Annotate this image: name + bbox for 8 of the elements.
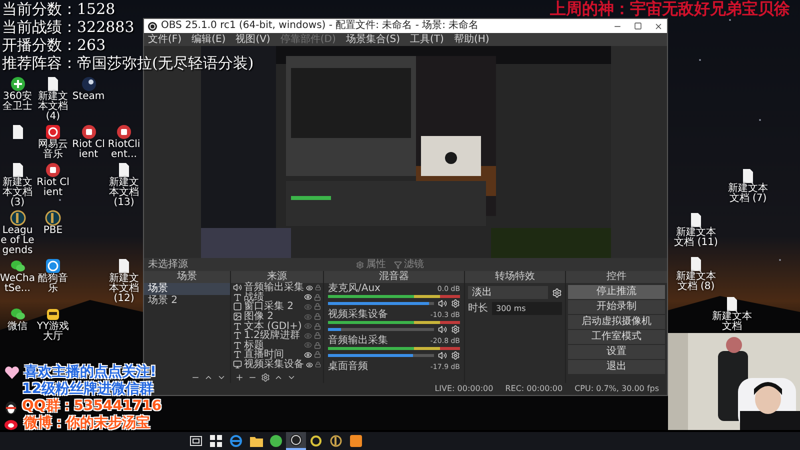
folder-icon[interactable] xyxy=(250,436,262,446)
game-icon[interactable] xyxy=(330,435,342,447)
browser-icon[interactable] xyxy=(230,435,242,447)
grid-icon[interactable] xyxy=(210,435,222,447)
ring-icon[interactable] xyxy=(310,435,322,447)
task-view-icon[interactable] xyxy=(190,436,202,446)
round-app-icon[interactable] xyxy=(270,435,282,447)
recorder-icon[interactable] xyxy=(290,434,302,446)
